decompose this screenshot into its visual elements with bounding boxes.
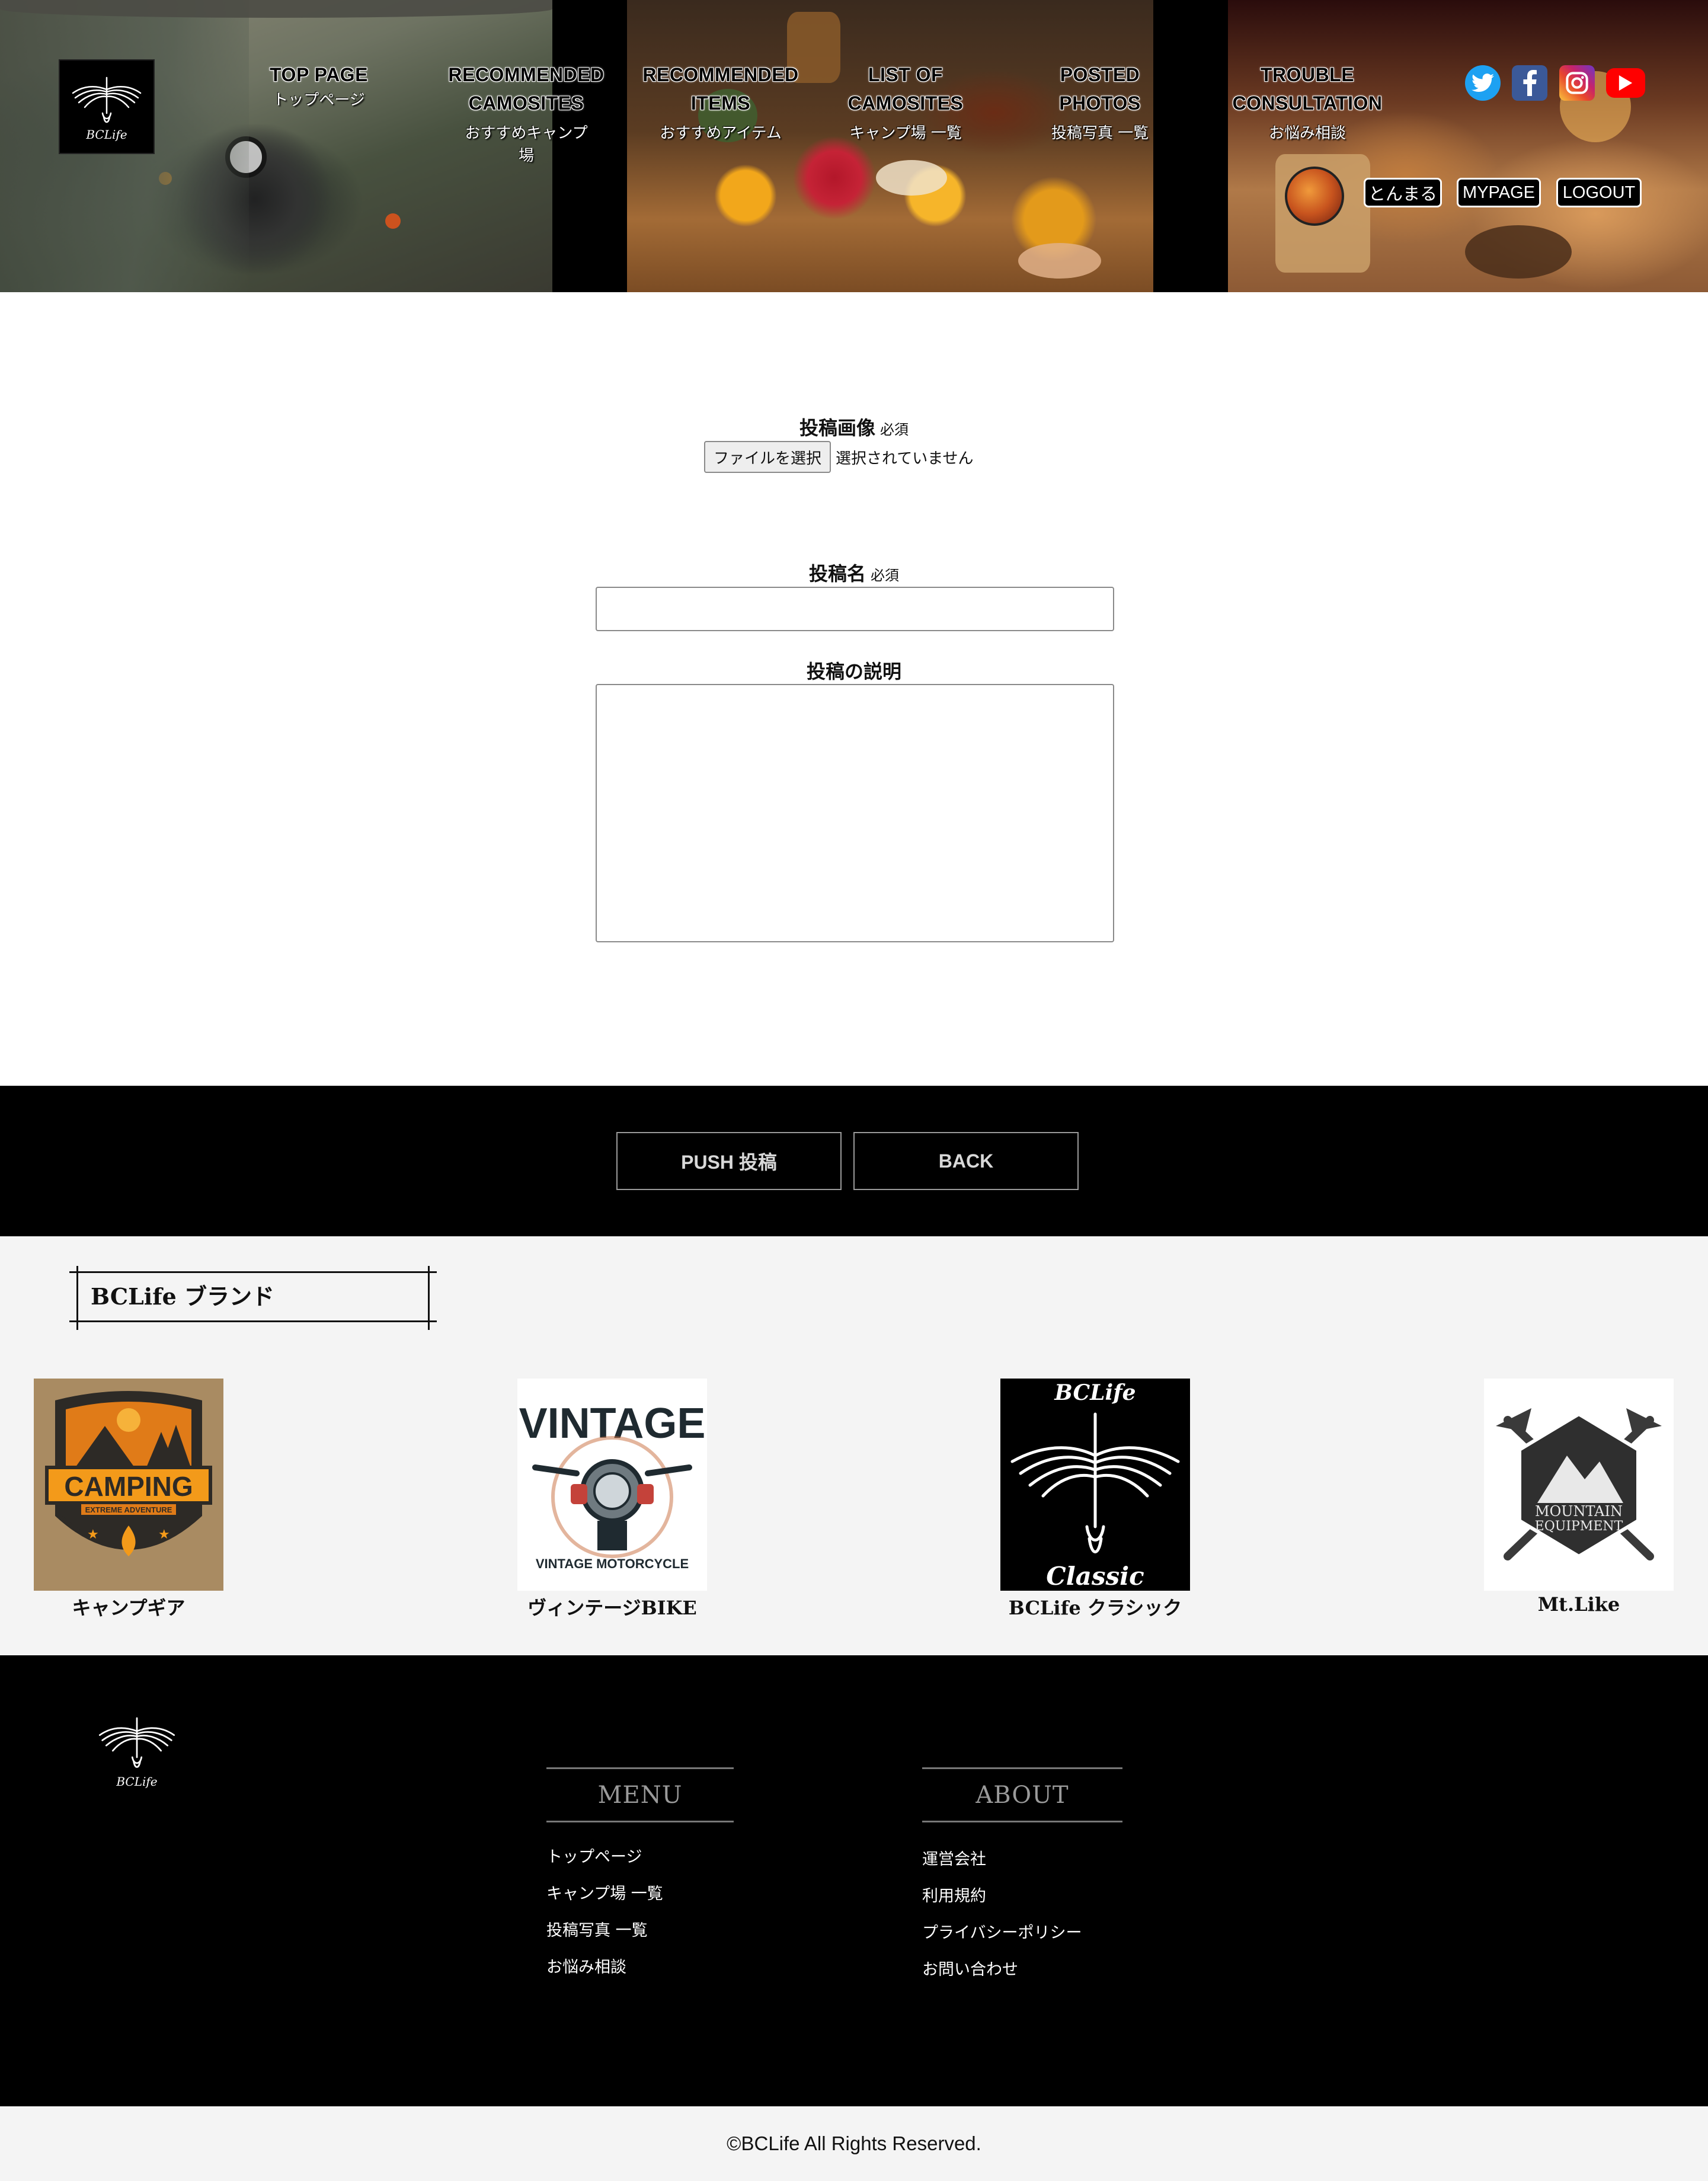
footer-link-consultation[interactable]: お悩み相談 (546, 1954, 626, 1977)
vintage-logo-word: VINTAGE (519, 1400, 706, 1447)
classic-logo-top: BCLife (1054, 1380, 1136, 1405)
copyright-bar: ©BCLife All Rights Reserved. (0, 2106, 1708, 2181)
nav-recommended-campsites-ja: おすすめキャンプ 場 (465, 124, 588, 165)
nav-recommended-items-en: RECOMMENDED ITEMS (642, 64, 799, 114)
footer-link-company[interactable]: 運営会社 (922, 1846, 986, 1869)
footer-link-privacy[interactable]: プライバシーポリシー (922, 1920, 1082, 1943)
classic-logo-image: BCLife Classic (1000, 1379, 1190, 1591)
nav-posted-photos-en: POSTED PHOTOS (1059, 64, 1141, 114)
footer-link-campsites[interactable]: キャンプ場 一覧 (546, 1881, 663, 1904)
mountain-equipment-icon: MOUNTAIN EQUIPMENT (1496, 1408, 1662, 1560)
footer-link-terms[interactable]: 利用規約 (922, 1883, 986, 1906)
vintage-motorcycle-icon: VINTAGE VINTAGE MOTORCYCLE (519, 1400, 706, 1571)
nav-trouble-consultation[interactable]: TROUBLE CONSULTATION お悩み相談 (1232, 60, 1382, 145)
twitter-icon[interactable] (1465, 65, 1501, 101)
nav-top-page-en: TOP PAGE (270, 64, 368, 85)
footer-link-photos[interactable]: 投稿写真 一覧 (546, 1917, 648, 1940)
twitter-bird-icon (1472, 73, 1494, 92)
brand-name-mtlike: Mt.Like (1537, 1593, 1620, 1616)
camping-logo-image: CAMPING EXTREME ADVENTURE ★ ★ (34, 1379, 223, 1591)
brand-title-frame: BCLife ブランド (69, 1266, 437, 1330)
copyright-text: ©BCLife All Rights Reserved. (727, 2132, 981, 2154)
nav-recommended-campsites[interactable]: RECOMMENDED CAMOSITES おすすめキャンプ 場 (448, 60, 604, 167)
footer-logo-text: BCLife (116, 1774, 158, 1789)
mtlike-logo-image: MOUNTAIN EQUIPMENT (1484, 1379, 1674, 1591)
svg-text:★: ★ (158, 1527, 170, 1542)
user-name-button[interactable]: とんまる (1364, 178, 1442, 207)
nav-top-page[interactable]: TOP PAGE トップページ (270, 60, 368, 111)
nav-recommended-campsites-en: RECOMMENDED CAMOSITES (448, 64, 604, 114)
site-header: BCLife TOP PAGE トップページ RECOMMENDED CAMOS… (0, 0, 1708, 292)
brand-section-title: BCLife ブランド (91, 1283, 274, 1310)
svg-text:★: ★ (87, 1527, 99, 1542)
footer-about-heading: ABOUT (922, 1767, 1122, 1822)
nav-top-page-ja: トップページ (273, 91, 365, 109)
footer-link-top-page[interactable]: トップページ (546, 1844, 642, 1867)
brand-card-vintage[interactable]: VINTAGE VINTAGE MOTORCYCLE ヴィンテージBIKE (517, 1379, 707, 1619)
logo-text: BCLife (86, 127, 127, 142)
footer-menu-heading: MENU (546, 1767, 734, 1822)
user-avatar[interactable] (1285, 167, 1344, 226)
push-post-button[interactable]: PUSH 投稿 (616, 1132, 842, 1190)
nav-trouble-consultation-ja: お悩み相談 (1268, 124, 1346, 142)
header-photo-food (627, 0, 1153, 292)
nav-recommended-items-ja: おすすめアイテム (660, 124, 782, 142)
camping-logo-sub: EXTREME ADVENTURE (85, 1505, 172, 1514)
facebook-icon[interactable] (1512, 65, 1547, 101)
play-icon (1619, 75, 1633, 91)
brand-card-classic[interactable]: BCLife Classic BCLife クラシック (1000, 1379, 1190, 1619)
footer-logo[interactable]: BCLife (87, 1712, 187, 1801)
nav-posted-photos-ja: 投稿写真 一覧 (1051, 124, 1149, 142)
description-label-text: 投稿の説明 (806, 660, 901, 683)
youtube-icon[interactable] (1606, 68, 1645, 98)
classic-bird-icon: BCLife Classic (1010, 1380, 1180, 1591)
image-label-text: 投稿画像 (799, 417, 875, 439)
site-logo[interactable]: BCLife (59, 59, 155, 154)
header-photo-table (1228, 0, 1708, 292)
classic-logo-bottom: Classic (1046, 1562, 1144, 1591)
file-upload-row: ファイルを選択 選択されていません (704, 441, 973, 473)
back-button[interactable]: BACK (853, 1132, 1079, 1190)
required-mark: 必須 (880, 421, 909, 438)
brand-name-vintage: ヴィンテージBIKE (527, 1597, 697, 1619)
vintage-logo-sub: VINTAGE MOTORCYCLE (536, 1556, 689, 1571)
file-select-button[interactable]: ファイルを選択 (704, 441, 831, 473)
image-field-label: 投稿画像 必須 (0, 413, 1708, 440)
instagram-camera-icon (1566, 72, 1588, 94)
camping-badge-icon: CAMPING EXTREME ADVENTURE ★ ★ (45, 1391, 212, 1556)
logout-button[interactable]: LOGOUT (1556, 178, 1642, 207)
file-status-text: 選択されていません (836, 449, 974, 468)
title-field-label: 投稿名 必須 (0, 559, 1708, 586)
post-description-textarea[interactable] (596, 684, 1114, 942)
post-title-input[interactable] (596, 587, 1114, 631)
nav-trouble-consultation-en: TROUBLE CONSULTATION (1232, 64, 1383, 114)
nav-posted-photos[interactable]: POSTED PHOTOS 投稿写真 一覧 (1051, 60, 1149, 145)
bird-logo-icon (72, 76, 142, 123)
instagram-icon[interactable] (1559, 65, 1595, 101)
vintage-logo-image: VINTAGE VINTAGE MOTORCYCLE (517, 1379, 707, 1591)
footer-link-contact[interactable]: お問い合わせ (922, 1956, 1018, 1979)
facebook-f-icon (1523, 70, 1537, 96)
mtlike-logo-top: MOUNTAIN (1535, 1503, 1623, 1520)
brand-card-mtlike[interactable]: MOUNTAIN EQUIPMENT Mt.Like (1484, 1379, 1674, 1616)
brand-name-camping: キャンプギア (72, 1597, 185, 1619)
description-field-label: 投稿の説明 (0, 657, 1708, 684)
mtlike-logo-bottom: EQUIPMENT (1535, 1519, 1623, 1534)
title-label-text: 投稿名 (808, 562, 866, 585)
bird-logo-icon (98, 1717, 175, 1768)
camping-logo-word: CAMPING (64, 1471, 193, 1502)
mypage-button[interactable]: MYPAGE (1457, 178, 1541, 207)
brand-card-camping[interactable]: CAMPING EXTREME ADVENTURE ★ ★ キャンプギア (34, 1379, 223, 1619)
nav-list-of-campsites[interactable]: LIST OF CAMOSITES キャンプ場 一覧 (848, 60, 964, 145)
nav-recommended-items[interactable]: RECOMMENDED ITEMS おすすめアイテム (642, 60, 798, 145)
nav-list-of-campsites-en: LIST OF CAMOSITES (847, 64, 964, 114)
brand-name-classic: BCLife クラシック (1008, 1597, 1182, 1619)
nav-list-of-campsites-ja: キャンプ場 一覧 (849, 124, 962, 142)
required-mark: 必須 (871, 567, 899, 584)
action-bar: PUSH 投稿 BACK (0, 1086, 1708, 1236)
site-footer: BCLife MENU トップページ キャンプ場 一覧 投稿写真 一覧 お悩み相… (0, 1655, 1708, 2106)
brand-section: BCLife ブランド CAMPING EXTREME ADVENTURE ★ … (0, 1236, 1708, 1655)
